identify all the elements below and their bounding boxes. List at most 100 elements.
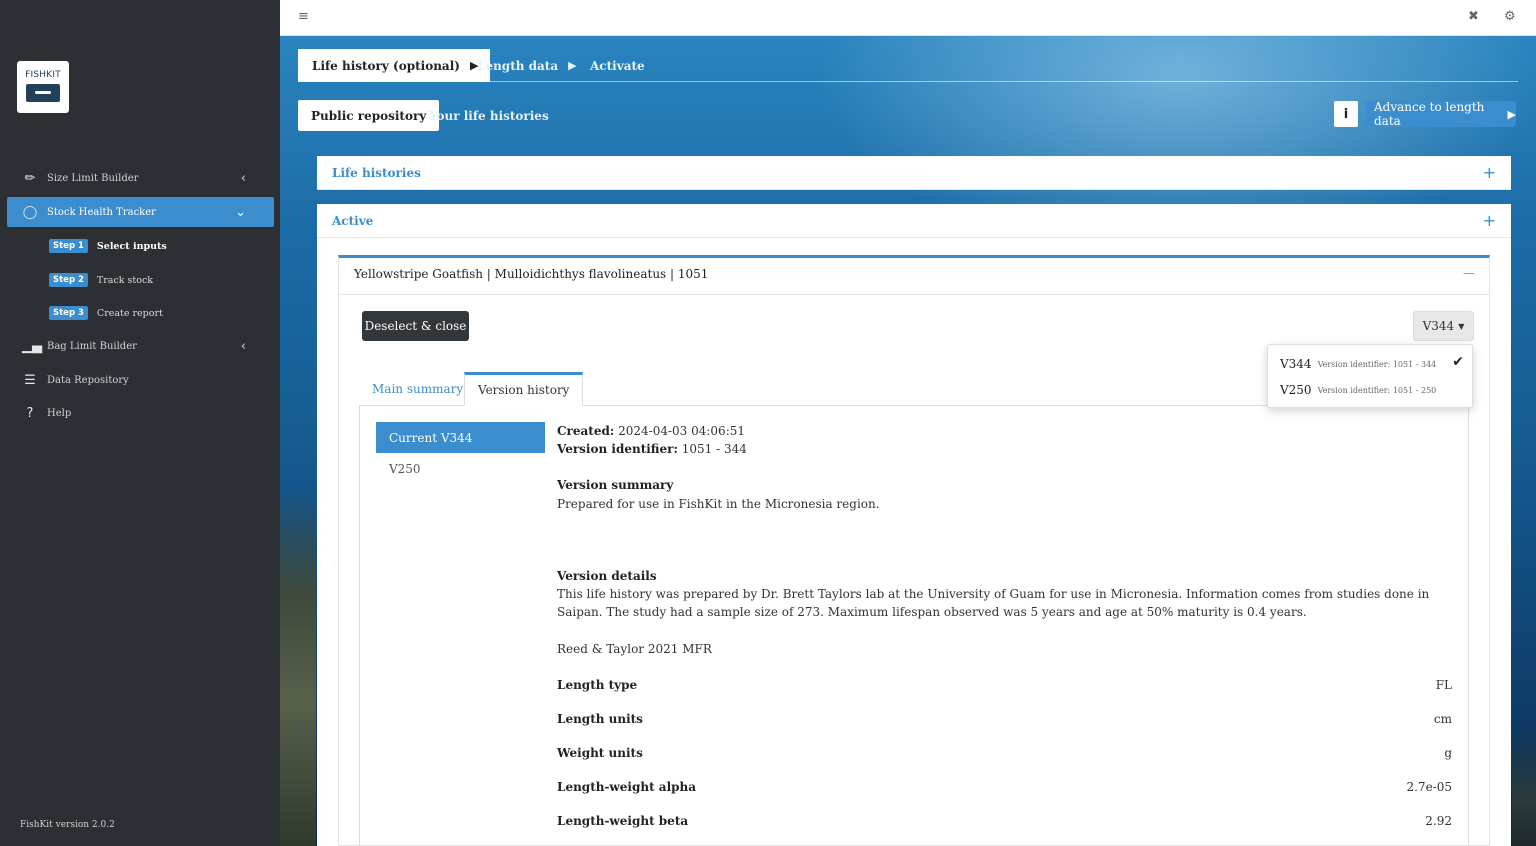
card-divider	[339, 294, 1489, 295]
logo-text: FISHKIT	[25, 70, 61, 80]
option-name: V250	[1280, 383, 1312, 397]
coral-decoration	[280, 486, 316, 846]
gear-icon[interactable]: ⚙	[1504, 9, 1516, 24]
minimize-icon[interactable]: —	[1463, 266, 1475, 280]
caret-down-icon: ▼	[1458, 321, 1465, 331]
field-value: FL	[1435, 678, 1452, 692]
option-subtext: Version identifier: 1051 - 344	[1317, 359, 1437, 369]
tab-label: Length data	[477, 58, 559, 73]
sidebar: FISHKIT ✏ Size Limit Builder ‹ ◯ Stock H…	[0, 0, 280, 846]
created-value: 2024-04-03 04:06:51	[618, 424, 746, 438]
database-icon: ☰	[24, 372, 36, 388]
version-select-label: V344	[1422, 319, 1455, 333]
panel-title: Active	[332, 213, 374, 228]
nav-bag-limit-builder[interactable]: ▁▄ Bag Limit Builder ‹	[7, 331, 274, 361]
version-select-button[interactable]: V344 ▼	[1413, 311, 1474, 341]
identifier-row: Version identifier: 1051 - 344	[557, 442, 747, 456]
circle-notch-icon: ◯	[22, 204, 38, 220]
nav-help[interactable]: ? Help	[7, 398, 274, 428]
nav-label: Stock Health Tracker	[47, 206, 156, 218]
nav-label: Help	[47, 407, 72, 419]
plus-icon[interactable]: +	[1483, 163, 1496, 182]
version-list-current[interactable]: Current V344	[376, 422, 545, 453]
pill-label: Public repository	[311, 108, 427, 123]
panel-title: Life histories	[332, 165, 421, 180]
tab-your-life-histories[interactable]: Your life histories	[429, 100, 549, 131]
field-value: cm	[1433, 712, 1452, 726]
advance-label: Advance to length data	[1374, 100, 1485, 128]
info-button[interactable]: i	[1334, 101, 1358, 127]
deselect-close-button[interactable]: Deselect & close	[362, 311, 469, 341]
nav-stock-health-tracker[interactable]: ◯ Stock Health Tracker ⌄	[7, 197, 274, 227]
nav-label: Data Repository	[47, 374, 129, 386]
advance-to-length-data-button[interactable]: Advance to length data ▶	[1366, 100, 1516, 128]
step-3-create-report[interactable]: Step 3 Create report	[49, 305, 163, 321]
heading-text: Version summary	[557, 478, 674, 492]
fullscreen-icon[interactable]: ✖	[1468, 9, 1479, 24]
life-histories-panel-header[interactable]: Life histories +	[317, 156, 1511, 190]
created-row: Created: 2024-04-03 04:06:51	[557, 424, 745, 438]
app-version: FishKit version 2.0.2	[20, 820, 115, 830]
tab-activate[interactable]: Activate	[590, 49, 645, 82]
version-details-text: This life history was prepared by Dr. Br…	[557, 587, 1430, 619]
identifier-value: 1051 - 344	[681, 442, 747, 456]
play-arrow-icon: ▶	[568, 59, 577, 72]
heading-text: Version details	[557, 569, 657, 583]
step-label: Select inputs	[96, 240, 167, 252]
nav-label: Size Limit Builder	[47, 172, 139, 184]
field-label: Length units	[557, 712, 643, 726]
version-summary-heading: Version summary	[557, 478, 673, 492]
option-subtext: Version identifier: 1051 - 250	[1317, 385, 1437, 395]
tab-length-data[interactable]: Length data ▶	[477, 49, 577, 82]
dropdown-option-v250[interactable]: V250 Version identifier: 1051 - 250	[1280, 380, 1436, 400]
tab-life-history[interactable]: Life history (optional) ▶	[298, 49, 491, 82]
reference-text: Reed & Taylor 2021 MFR	[557, 642, 712, 656]
version-details-heading: Version details	[557, 569, 657, 583]
nav-data-repository[interactable]: ☰ Data Repository	[7, 365, 274, 395]
tab-version-history[interactable]: Version history	[464, 372, 584, 406]
dropdown-option-v344[interactable]: V344 Version identifier: 1051 - 344	[1280, 354, 1436, 374]
step-badge: Step 1	[49, 239, 88, 253]
field-label: Length-weight beta	[557, 814, 689, 828]
field-value: g	[1444, 746, 1452, 760]
hamburger-menu-icon[interactable]: ≡	[298, 9, 309, 24]
version-list-v250[interactable]: V250	[376, 455, 545, 483]
play-arrow-icon: ▶	[1507, 107, 1516, 121]
version-dropdown-menu: V344 Version identifier: 1051 - 344 ✔ V2…	[1267, 344, 1473, 408]
identifier-label: Version identifier:	[557, 442, 678, 456]
pill-label: Your life histories	[429, 108, 549, 123]
field-value: 2.92	[1425, 814, 1452, 828]
toolbox-icon	[26, 84, 60, 102]
field-value: 2.7e-05	[1406, 780, 1452, 794]
ruler-icon: ✏	[24, 170, 36, 186]
checkmark-icon: ✔	[1452, 354, 1464, 370]
tab-label: Activate	[590, 58, 645, 73]
question-icon: ?	[26, 405, 34, 421]
option-name: V344	[1280, 357, 1312, 371]
fishkit-logo[interactable]: FISHKIT	[17, 61, 69, 113]
field-label: Length type	[557, 678, 638, 692]
top-bar: ≡ ✖ ⚙	[280, 0, 1536, 36]
chevron-left-icon: ‹	[240, 338, 246, 354]
chevron-down-icon: ⌄	[235, 204, 246, 220]
nav-size-limit-builder[interactable]: ✏ Size Limit Builder ‹	[7, 163, 274, 193]
coral-decoration-right	[1512, 726, 1536, 846]
field-label: Weight units	[557, 746, 643, 760]
nav-label: Bag Limit Builder	[47, 340, 137, 352]
step-badge: Step 2	[49, 273, 88, 287]
step-2-track-stock[interactable]: Step 2 Track stock	[49, 272, 153, 288]
tab-main-summary[interactable]: Main summary	[359, 372, 476, 406]
bar-chart-icon: ▁▄	[22, 338, 42, 354]
step-label: Create report	[96, 307, 163, 319]
tab-label: Life history (optional)	[312, 58, 460, 73]
card-title: Yellowstripe Goatfish | Mulloidichthys f…	[354, 267, 709, 281]
tab-public-repository[interactable]: Public repository	[298, 100, 440, 131]
field-label: Length-weight alpha	[557, 780, 697, 794]
version-summary-text: Prepared for use in FishKit in the Micro…	[557, 497, 880, 511]
step-badge: Step 3	[49, 306, 88, 320]
plus-icon[interactable]: +	[1483, 211, 1496, 230]
step-1-select-inputs[interactable]: Step 1 Select inputs	[49, 238, 167, 254]
step-label: Track stock	[96, 274, 154, 286]
created-label: Created:	[557, 424, 615, 438]
active-panel-header[interactable]: Active +	[317, 204, 1511, 238]
